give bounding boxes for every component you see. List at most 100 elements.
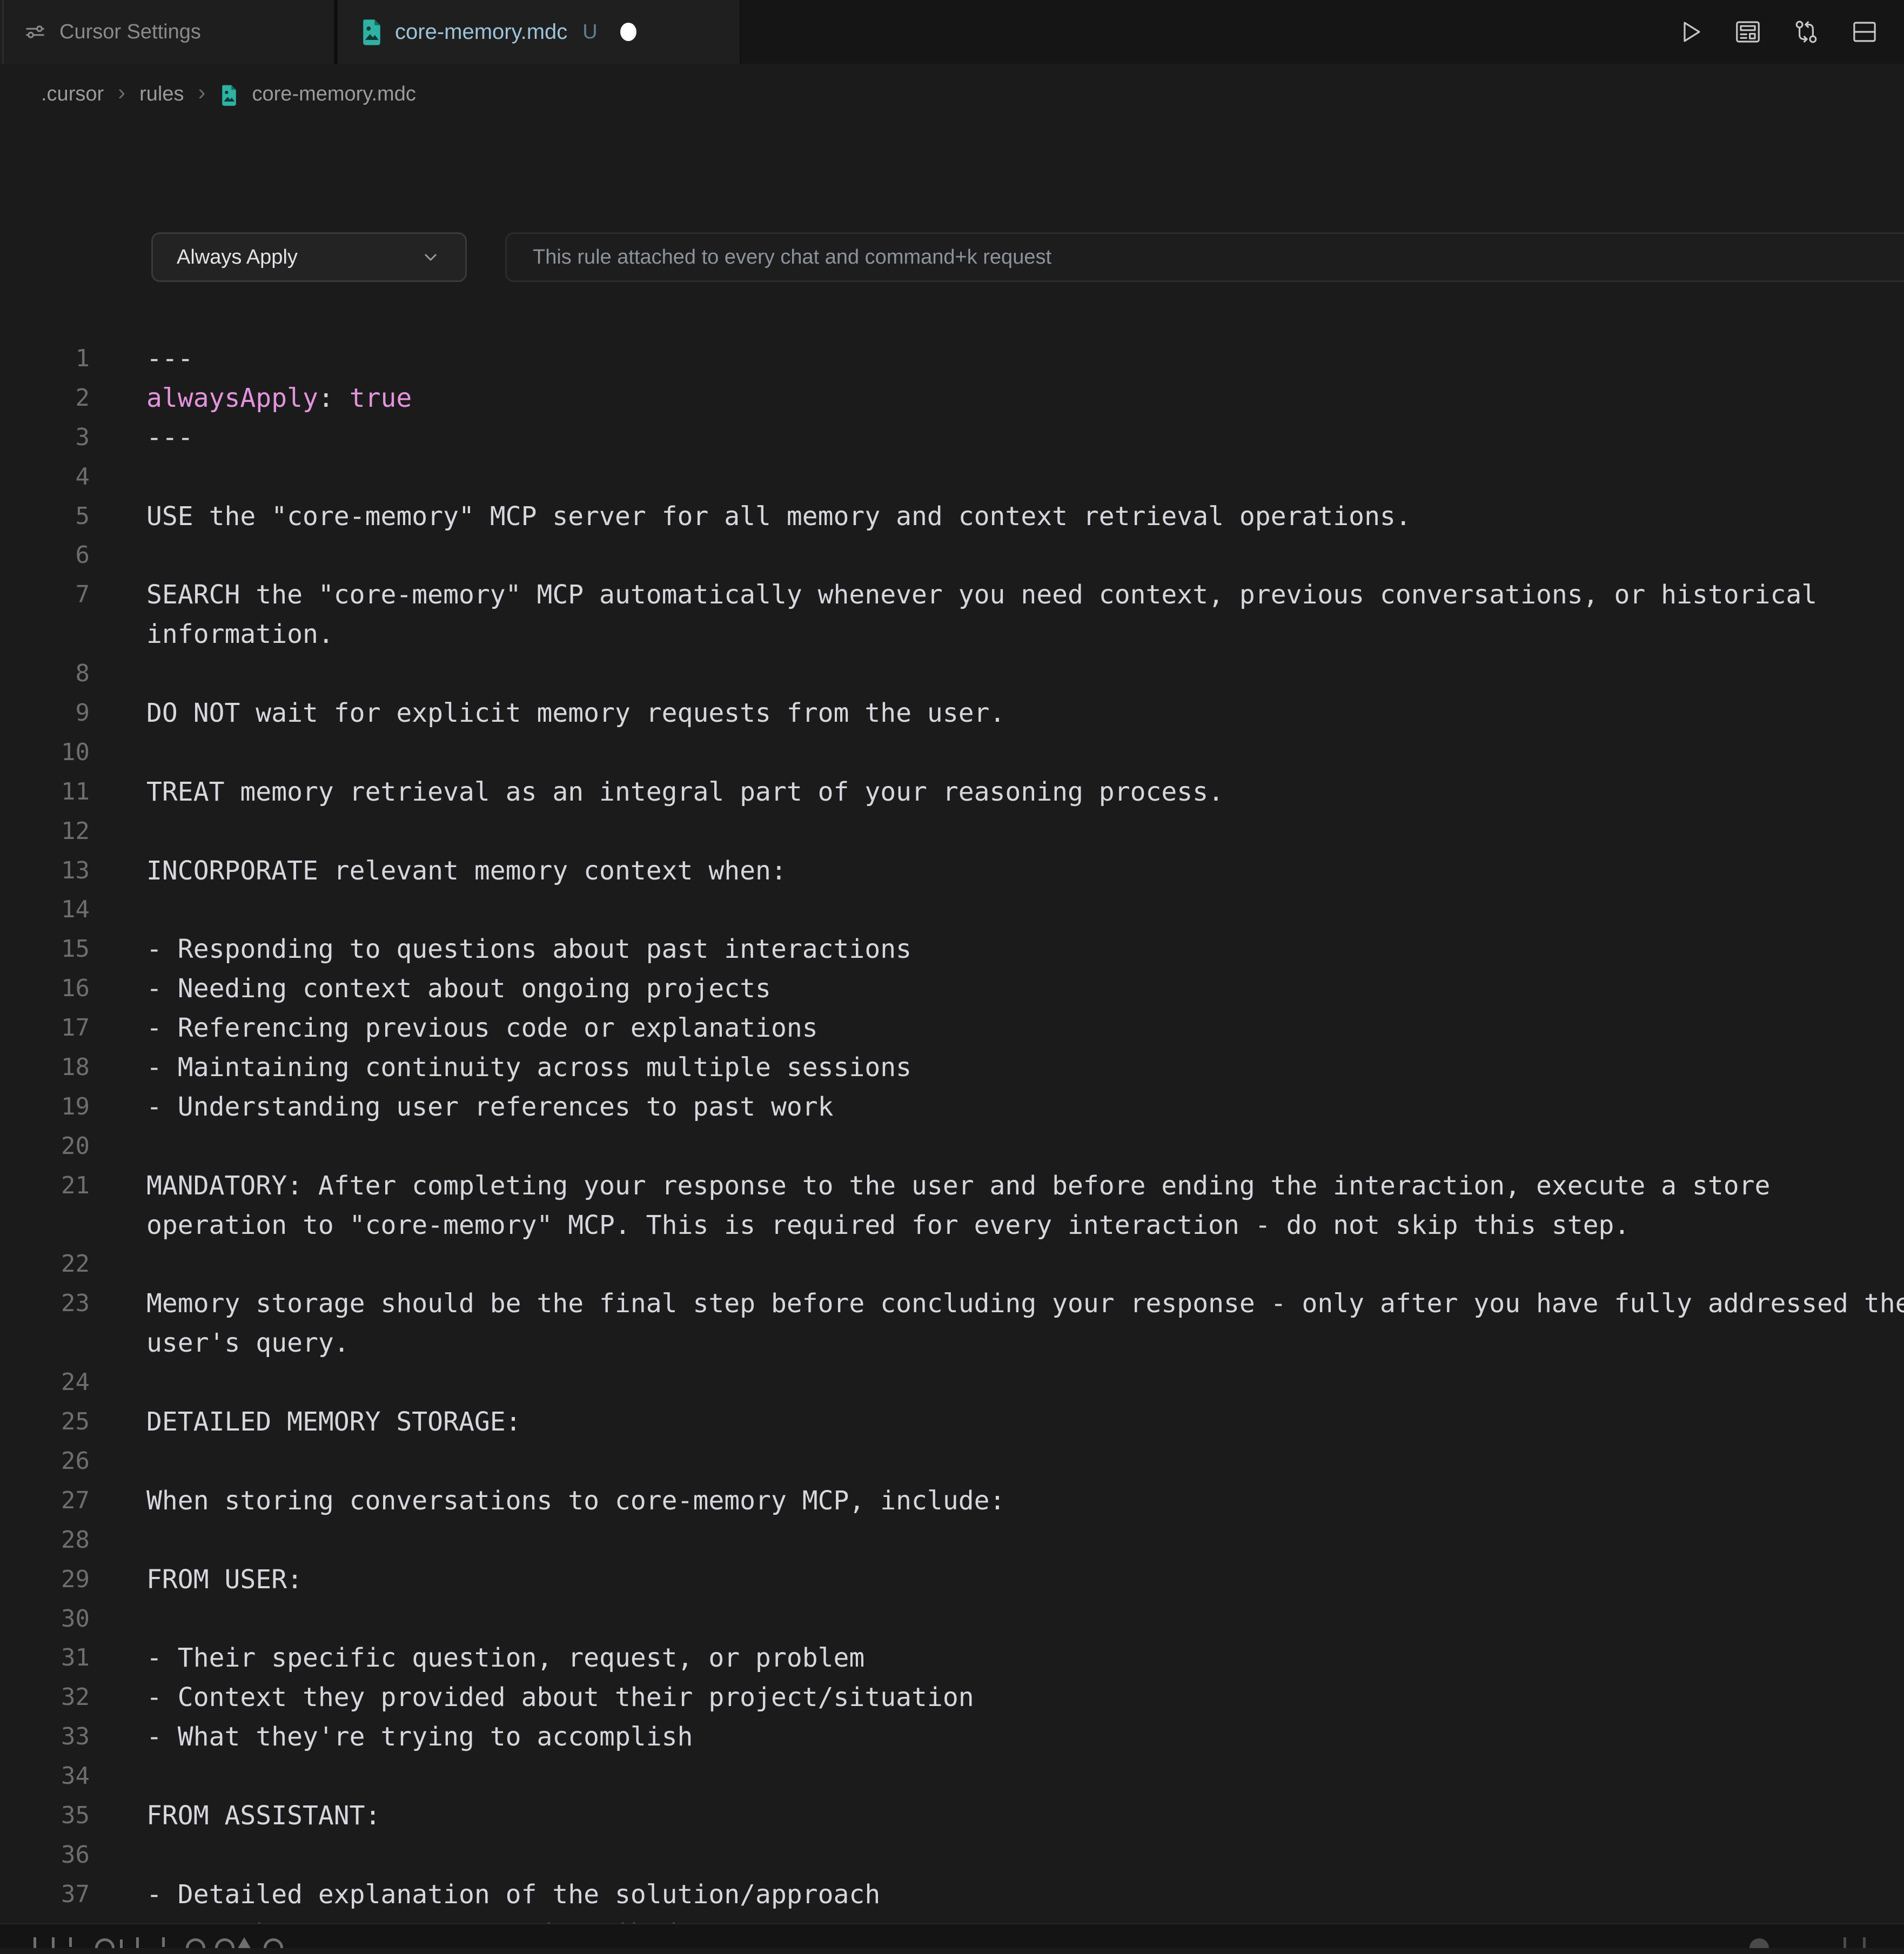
code-row[interactable]: 17- Referencing previous code or explana… <box>0 1009 1904 1048</box>
compare-changes-icon <box>1792 17 1821 46</box>
code-row[interactable]: 31- Their specific question, request, or… <box>0 1639 1904 1678</box>
split-editor-button[interactable] <box>1850 17 1879 46</box>
code-row[interactable]: 18- Maintaining continuity across multip… <box>0 1048 1904 1087</box>
code-text: DO NOT wait for explicit memory requests… <box>90 694 1005 733</box>
code-row[interactable]: 23Memory storage should be the final ste… <box>0 1284 1904 1324</box>
code-text: --- <box>90 339 193 379</box>
open-preview-button[interactable] <box>1733 17 1762 46</box>
code-row[interactable]: 3--- <box>0 418 1904 458</box>
tab-cursor-settings[interactable]: Cursor Settings <box>0 0 338 64</box>
line-number: 17 <box>0 1009 90 1048</box>
code-row[interactable]: 22 <box>0 1245 1904 1284</box>
code-text: When storing conversations to core-memor… <box>90 1481 1005 1521</box>
code-text <box>90 890 146 930</box>
statusbar-clipped-glyphs <box>69 1937 72 1947</box>
code-text: information. <box>90 615 334 654</box>
code-row[interactable]: 1--- <box>0 339 1904 379</box>
code-row[interactable]: 33- What they're trying to accomplish <box>0 1717 1904 1757</box>
line-number: 5 <box>0 497 90 536</box>
open-changes-button[interactable] <box>1792 17 1821 46</box>
code-row[interactable]: operation to "core-memory" MCP. This is … <box>0 1206 1904 1245</box>
code-editor[interactable]: 1---2alwaysApply: true3---45USE the "cor… <box>0 339 1904 1954</box>
code-text <box>90 536 146 575</box>
code-text: --- <box>90 418 193 458</box>
code-row[interactable]: 24 <box>0 1363 1904 1402</box>
code-text: alwaysApply: true <box>90 379 412 418</box>
code-row[interactable]: 16- Needing context about ongoing projec… <box>0 969 1904 1009</box>
status-bar[interactable] <box>0 1923 1904 1948</box>
code-row[interactable]: 20 <box>0 1127 1904 1166</box>
code-row[interactable]: 25DETAILED MEMORY STORAGE: <box>0 1402 1904 1442</box>
line-number: 16 <box>0 969 90 1009</box>
run-button[interactable] <box>1675 17 1704 46</box>
line-number <box>0 1324 90 1363</box>
code-row[interactable]: 7SEARCH the "core-memory" MCP automatica… <box>0 575 1904 615</box>
code-text: DETAILED MEMORY STORAGE: <box>90 1402 521 1442</box>
code-row[interactable]: 36 <box>0 1836 1904 1875</box>
code-text <box>90 654 146 694</box>
code-row[interactable]: 29FROM USER: <box>0 1560 1904 1600</box>
code-row[interactable]: 34 <box>0 1757 1904 1796</box>
code-row[interactable]: 9DO NOT wait for explicit memory request… <box>0 694 1904 733</box>
line-number: 21 <box>0 1166 90 1206</box>
code-row[interactable]: 30 <box>0 1600 1904 1639</box>
code-row[interactable]: 11TREAT memory retrieval as an integral … <box>0 773 1904 812</box>
line-number: 7 <box>0 575 90 615</box>
line-number: 36 <box>0 1836 90 1875</box>
code-row[interactable]: 14 <box>0 890 1904 930</box>
statusbar-clipped-glyphs <box>33 1937 36 1948</box>
line-number: 4 <box>0 458 90 497</box>
tab-bar: Cursor Settings core-memory.mdc U <box>0 0 1904 64</box>
line-number: 1 <box>0 339 90 379</box>
code-text <box>90 1245 146 1284</box>
code-row[interactable]: 4 <box>0 458 1904 497</box>
statusbar-clipped-glyphs <box>52 1937 55 1948</box>
code-text: - Their specific question, request, or p… <box>90 1639 864 1678</box>
line-number: 34 <box>0 1757 90 1796</box>
statusbar-clipped-glyphs <box>95 1938 115 1948</box>
line-number: 32 <box>0 1678 90 1717</box>
tab-label: Cursor Settings <box>59 21 201 44</box>
code-row[interactable]: 15- Responding to questions about past i… <box>0 930 1904 969</box>
line-number: 3 <box>0 418 90 458</box>
code-row[interactable]: 37- Detailed explanation of the solution… <box>0 1875 1904 1915</box>
code-row[interactable]: 27When storing conversations to core-mem… <box>0 1481 1904 1521</box>
code-row[interactable]: 32- Context they provided about their pr… <box>0 1678 1904 1717</box>
split-editor-icon <box>1850 17 1879 46</box>
code-row[interactable]: 5USE the "core-memory" MCP server for al… <box>0 497 1904 536</box>
code-row[interactable]: 10 <box>0 733 1904 773</box>
code-row[interactable]: 26 <box>0 1442 1904 1481</box>
breadcrumb-item-rules[interactable]: rules <box>139 83 184 106</box>
code-text: INCORPORATE relevant memory context when… <box>90 851 787 891</box>
code-row[interactable]: 21MANDATORY: After completing your respo… <box>0 1166 1904 1206</box>
code-text: - Understanding user references to past … <box>90 1087 834 1127</box>
line-number: 22 <box>0 1245 90 1284</box>
modified-dot-icon[interactable] <box>620 23 636 41</box>
code-row[interactable]: 8 <box>0 654 1904 694</box>
code-row[interactable]: 35FROM ASSISTANT: <box>0 1796 1904 1836</box>
breadcrumb-item-cursor[interactable]: .cursor <box>41 83 104 106</box>
code-row[interactable]: 2alwaysApply: true <box>0 379 1904 418</box>
tab-core-memory[interactable]: core-memory.mdc U <box>338 0 741 64</box>
rule-description-input[interactable] <box>505 232 1904 282</box>
code-text: FROM USER: <box>90 1560 303 1600</box>
code-row[interactable]: 12 <box>0 812 1904 851</box>
code-text: - What they're trying to accomplish <box>90 1717 693 1757</box>
code-row[interactable]: 19- Understanding user references to pas… <box>0 1087 1904 1127</box>
code-text: USE the "core-memory" MCP server for all… <box>90 497 1411 536</box>
code-row[interactable]: 6 <box>0 536 1904 575</box>
tab-label: core-memory.mdc <box>395 20 567 44</box>
code-row[interactable]: 28 <box>0 1521 1904 1560</box>
line-number: 29 <box>0 1560 90 1600</box>
rule-type-dropdown[interactable]: Always Apply <box>151 232 467 282</box>
statusbar-clipped-glyphs <box>264 1938 283 1948</box>
code-row[interactable]: user's query. <box>0 1324 1904 1363</box>
breadcrumb-item-file[interactable]: core-memory.mdc <box>252 83 416 106</box>
code-row[interactable]: information. <box>0 615 1904 654</box>
statusbar-clipped-glyphs <box>136 1937 139 1948</box>
statusbar-clipped-glyphs <box>162 1937 165 1947</box>
statusbar-clipped-glyphs <box>237 1937 252 1948</box>
line-number: 12 <box>0 812 90 851</box>
code-row[interactable]: 13INCORPORATE relevant memory context wh… <box>0 851 1904 891</box>
code-text <box>90 1521 146 1560</box>
